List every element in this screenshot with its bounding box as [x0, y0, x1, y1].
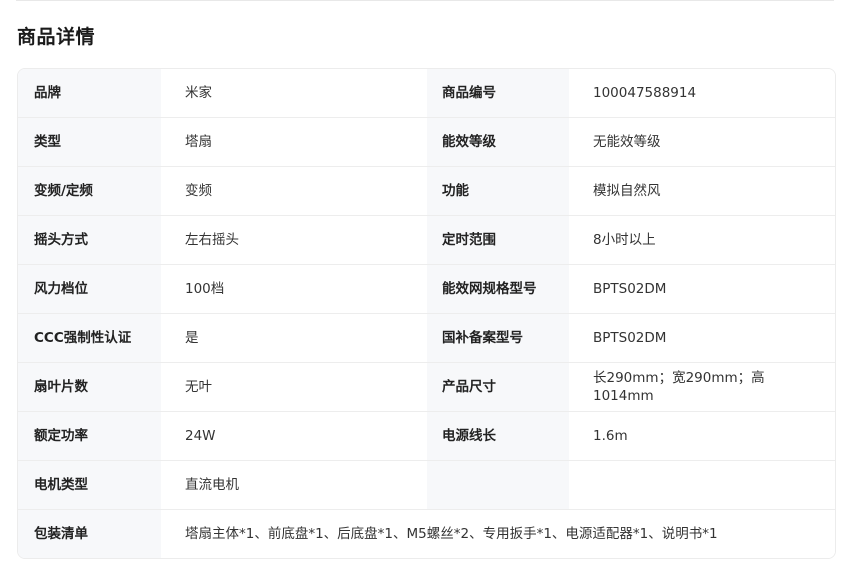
spec-value: 直流电机 — [161, 461, 427, 509]
package-value: 塔扇主体*1、前底盘*1、后底盘*1、M5螺丝*2、专用扳手*1、电源适配器*1… — [161, 510, 835, 558]
spec-label: 品牌 — [18, 69, 161, 117]
spec-label: 产品尺寸 — [427, 363, 569, 411]
spec-row: CCC强制性认证 是 国补备案型号 BPTS02DM — [18, 314, 835, 363]
spec-label: 额定功率 — [18, 412, 161, 460]
package-row: 包装清单 塔扇主体*1、前底盘*1、后底盘*1、M5螺丝*2、专用扳手*1、电源… — [18, 510, 835, 558]
spec-value: 左右摇头 — [161, 216, 427, 264]
spec-label: 商品编号 — [427, 69, 569, 117]
spec-value: 24W — [161, 412, 427, 460]
spec-row: 摇头方式 左右摇头 定时范围 8小时以上 — [18, 216, 835, 265]
spec-row: 电机类型 直流电机 — [18, 461, 835, 510]
spec-value: 8小时以上 — [569, 216, 835, 264]
spec-label: 功能 — [427, 167, 569, 215]
spec-row: 变频/定频 变频 功能 模拟自然风 — [18, 167, 835, 216]
spec-label: 风力档位 — [18, 265, 161, 313]
spec-label: 扇叶片数 — [18, 363, 161, 411]
spec-label: 定时范围 — [427, 216, 569, 264]
top-divider — [16, 0, 834, 1]
spec-label: 摇头方式 — [18, 216, 161, 264]
spec-value: 无叶 — [161, 363, 427, 411]
spec-table: 品牌 米家 商品编号 100047588914 类型 塔扇 能效等级 无能效等级… — [17, 68, 836, 559]
spec-row: 类型 塔扇 能效等级 无能效等级 — [18, 118, 835, 167]
spec-value-empty — [569, 461, 835, 509]
package-label: 包装清单 — [18, 510, 161, 558]
spec-label: 能效网规格型号 — [427, 265, 569, 313]
spec-value: 变频 — [161, 167, 427, 215]
spec-value: 100档 — [161, 265, 427, 313]
spec-value: 无能效等级 — [569, 118, 835, 166]
spec-label: 变频/定频 — [18, 167, 161, 215]
spec-value: 1.6m — [569, 412, 835, 460]
spec-value: 100047588914 — [569, 69, 835, 117]
spec-label: 电机类型 — [18, 461, 161, 509]
spec-value: 是 — [161, 314, 427, 362]
spec-label: 电源线长 — [427, 412, 569, 460]
spec-value: BPTS02DM — [569, 314, 835, 362]
spec-value: 长290mm；宽290mm；高1014mm — [569, 363, 835, 411]
spec-value: 塔扇 — [161, 118, 427, 166]
spec-value: 模拟自然风 — [569, 167, 835, 215]
spec-row: 品牌 米家 商品编号 100047588914 — [18, 69, 835, 118]
section-title: 商品详情 — [17, 26, 96, 48]
spec-label: 国补备案型号 — [427, 314, 569, 362]
spec-value: 米家 — [161, 69, 427, 117]
spec-row: 扇叶片数 无叶 产品尺寸 长290mm；宽290mm；高1014mm — [18, 363, 835, 412]
spec-label: 类型 — [18, 118, 161, 166]
spec-label: CCC强制性认证 — [18, 314, 161, 362]
spec-value: BPTS02DM — [569, 265, 835, 313]
spec-row: 风力档位 100档 能效网规格型号 BPTS02DM — [18, 265, 835, 314]
spec-row: 额定功率 24W 电源线长 1.6m — [18, 412, 835, 461]
spec-label: 能效等级 — [427, 118, 569, 166]
spec-label-empty — [427, 461, 569, 509]
